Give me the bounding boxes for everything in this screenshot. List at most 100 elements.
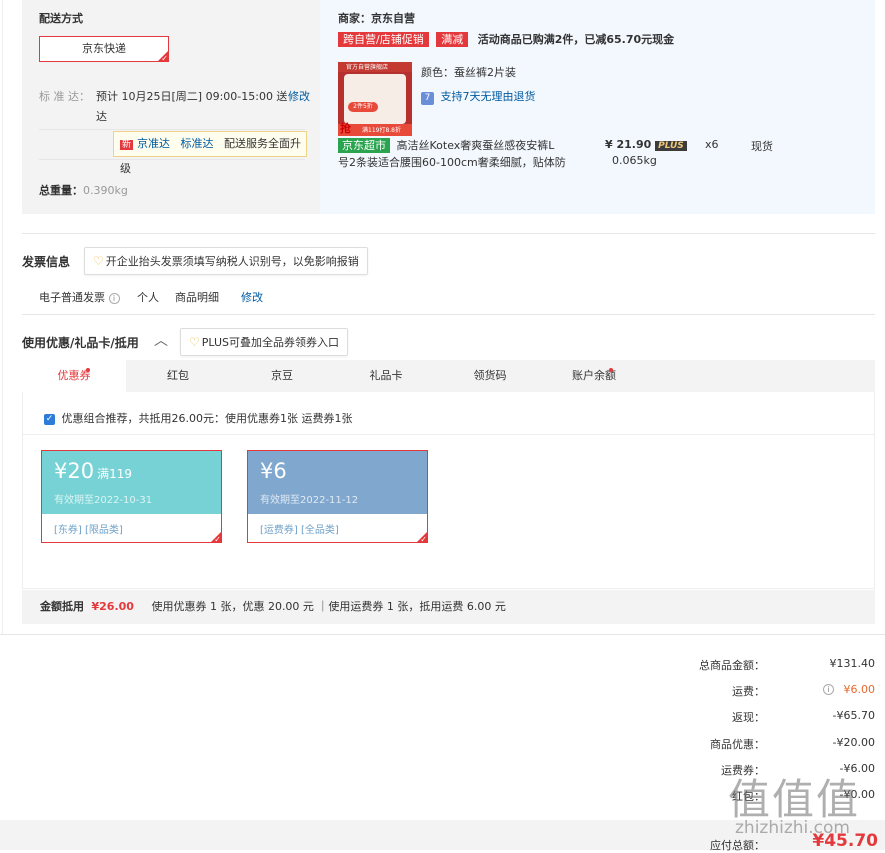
tab-label: 红包 (167, 369, 189, 382)
discount-tag: 满减 (436, 32, 469, 47)
deduct-detail: 使用优惠券 1 张，优惠 20.00 元 ｜使用运费券 1 张，抵用运费 6.0… (151, 600, 506, 613)
return-policy: 7 支持7天无理由退货 (421, 88, 536, 105)
coupon-section-title: 使用优惠/礼品卡/抵用 (22, 336, 139, 350)
summary-label: 运费： (732, 685, 765, 698)
tab-jd-beans[interactable]: 京豆 (230, 360, 334, 392)
divider (39, 159, 305, 160)
standard-label: 标 准 达： (39, 90, 90, 103)
color-label: 颜色： (421, 66, 454, 79)
jzd-link[interactable]: 京准达 (137, 137, 170, 150)
invoice-type: 电子普通发票 i (39, 289, 120, 305)
coupon-amount: ¥6 (260, 459, 287, 483)
tab-gift-card[interactable]: 礼品卡 (334, 360, 438, 392)
product-name-row: 京东超市 高洁丝Kotex奢爽蚕丝感夜安裤L (338, 137, 554, 153)
tab-red-packet[interactable]: 红包 (126, 360, 230, 392)
tab-label: 领货码 (473, 369, 507, 382)
check-icon: ✓ (161, 54, 168, 63)
weight-value: 0.390kg (83, 184, 128, 197)
color-value: 蚕丝裤2片装 (454, 66, 516, 79)
invoice-detail: 商品明细 (175, 291, 219, 304)
recommend-text: 优惠组合推荐，共抵用26.00元：使用优惠券1张 运费券1张 (61, 412, 353, 425)
watermark-domain: zhizhizhi.com (735, 818, 850, 838)
product-thumbnail[interactable]: 官方自营旗舰店 2件5折 抢 满119打8.8折 (338, 62, 412, 136)
coupon-amount-value: ¥20 (54, 459, 95, 483)
invoice-tooltip-text: 开企业抬头发票须填写纳税人识别号，以免影响报销 (105, 255, 359, 268)
standard-delivery-time-cont: 达 (96, 110, 107, 123)
invoice-title: 发票信息 (22, 255, 71, 269)
coupon-card[interactable]: ¥20 满119 有效期至2022-10-31 [东券] [限品类] ✓ (41, 450, 222, 544)
plus-tag: PLUS (655, 141, 687, 151)
promo-tag: 跨自营/店铺促销 (338, 32, 429, 47)
product-color: 颜色：蚕丝裤2片装 (421, 64, 516, 80)
lightbulb-icon: ♡ (93, 254, 104, 268)
tab-dot (609, 368, 613, 372)
product-quantity: x6 (705, 138, 719, 151)
tab-label: 礼品卡 (369, 369, 403, 382)
thumb-text-top: 官方自营旗舰店 (346, 64, 389, 71)
new-badge: 新 (120, 140, 134, 150)
check-icon: ✓ (420, 535, 427, 544)
thumb-grab: 抢 (340, 122, 351, 135)
chevron-up-icon[interactable]: ︿ (154, 330, 168, 350)
summary-value-goods: ¥131.40 (829, 657, 876, 670)
divider (22, 314, 875, 315)
invoice-type-text: 电子普通发票 (39, 291, 105, 304)
jd-supermarket-badge: 京东超市 (338, 138, 390, 153)
coupon-amount: ¥20 满119 (54, 459, 132, 483)
product-weight: 0.065kg (612, 154, 657, 167)
summary-value-discount: -¥20.00 (832, 736, 875, 749)
invoice-holder: 个人 (137, 291, 159, 304)
product-stock: 现货 (751, 140, 773, 153)
divider (23, 434, 874, 435)
invoice-modify-link[interactable]: 修改 (241, 289, 263, 305)
product-price-row: ¥ 21.90 PLUS (605, 138, 687, 151)
deduct-label: 金额抵用 (40, 600, 84, 613)
coupon-tags: [运费券] [全品类] (260, 525, 339, 536)
thumb-badge: 2件5折 (348, 102, 378, 112)
modify-delivery-link[interactable]: 修改 (288, 88, 310, 104)
coupon-expiry: 有效期至2022-11-12 (260, 495, 359, 506)
recommend-row: ✓ 优惠组合推荐，共抵用26.00元：使用优惠券1张 运费券1张 (44, 410, 352, 426)
tab-redeem-code[interactable]: 领货码 (438, 360, 542, 392)
promo-row: 跨自营/店铺促销 满减 活动商品已购满2件，已减65.70元现金 (338, 31, 674, 47)
plus-coupon-tooltip-text: PLUS可叠加全品券领券入口 (201, 336, 340, 349)
shipping-title: 配送方式 (39, 12, 83, 25)
express-option-jd[interactable]: 京东快递 ✓ (39, 36, 169, 63)
coupon-card[interactable]: ¥6 有效期至2022-11-12 [运费券] [全品类] ✓ (247, 450, 428, 544)
seller-name: 商家：京东自营 (338, 12, 415, 25)
coupon-tags: [东券] [限品类] (54, 525, 123, 536)
coupon-tabs: 优惠券 红包 京豆 礼品卡 领货码 账户余额 (22, 360, 875, 392)
lightbulb-icon: ♡ (189, 335, 200, 349)
weight-label: 总重量： (39, 184, 83, 197)
return-icon: 7 (421, 92, 434, 105)
total-label: 应付总额： (710, 839, 765, 852)
tab-dot (86, 368, 90, 372)
delivery-upgrade-tooltip: 新京准达 标准达 配送服务全面升级 (113, 131, 307, 175)
product-name-line1[interactable]: 高洁丝Kotex奢爽蚕丝感夜安裤L (397, 139, 555, 152)
thumb-text-bottom: 满119打8.8折 (362, 127, 401, 134)
divider (0, 634, 885, 635)
bzd-link[interactable]: 标准达 (181, 137, 214, 150)
tab-coupon[interactable]: 优惠券 (22, 360, 126, 392)
recommend-checkbox[interactable]: ✓ (44, 413, 55, 425)
coupon-condition: 满119 (97, 467, 132, 481)
product-name-line2[interactable]: 号2条装适合腰围60-100cm奢柔细腻，贴体防 (338, 154, 566, 170)
summary-label: 返现： (732, 711, 765, 724)
divider (39, 129, 305, 130)
left-border (2, 0, 3, 634)
return-text: 支持7天无理由退货 (440, 90, 536, 103)
product-price: ¥ 21.90 (605, 138, 652, 151)
summary-label: 总商品金额： (699, 659, 765, 672)
product-image (344, 74, 406, 124)
tab-account-balance[interactable]: 账户余额 (542, 360, 646, 392)
divider (22, 233, 875, 234)
summary-value-cashback: -¥65.70 (832, 709, 875, 722)
plus-coupon-tooltip[interactable]: ♡ PLUS可叠加全品券领券入口 (180, 328, 349, 356)
deduct-summary-bar: 金额抵用 ¥26.00 使用优惠券 1 张，优惠 20.00 元 ｜使用运费券 … (22, 590, 875, 624)
info-icon[interactable]: i (108, 293, 120, 304)
tab-label: 京豆 (271, 369, 293, 382)
invoice-tooltip: ♡ 开企业抬头发票须填写纳税人识别号，以免影响报销 (84, 247, 368, 275)
check-icon: ✓ (214, 535, 221, 544)
deduct-amount: ¥26.00 (91, 600, 134, 613)
express-option-label: 京东快递 (82, 42, 126, 55)
